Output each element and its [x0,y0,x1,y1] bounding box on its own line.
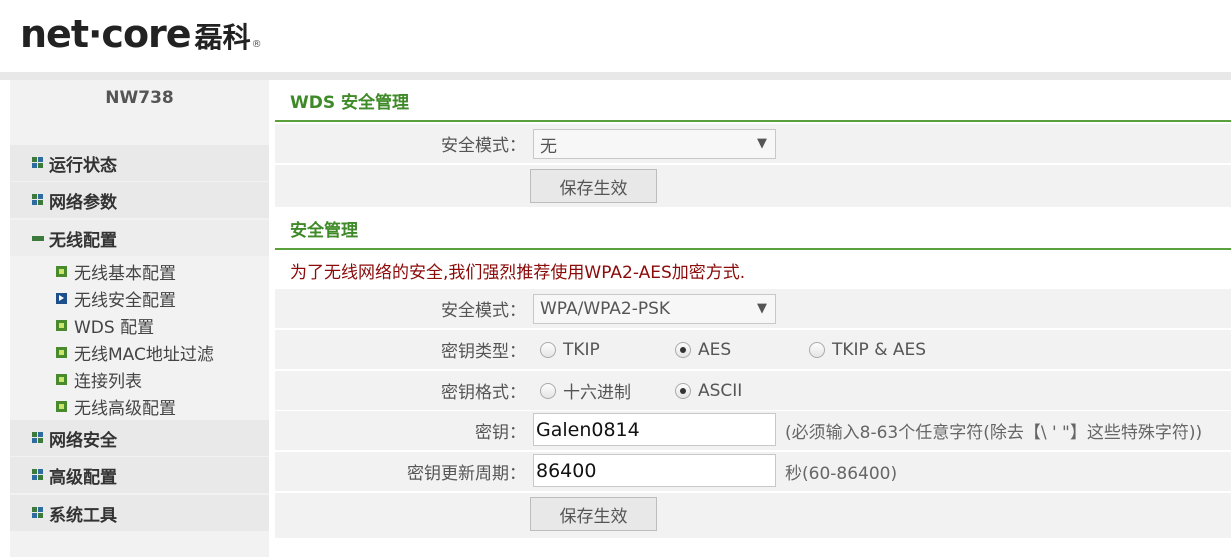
sub-item-connection-list[interactable]: 连接列表 [56,366,142,392]
radio-checked-icon [675,341,691,358]
menu-item-network-security[interactable]: 网络安全 [10,420,269,456]
key-input[interactable] [533,413,776,446]
wds-save-row: 保存生效 [275,165,1231,207]
logo-text-zh: 磊科 [194,21,251,54]
sub-item-label: 无线高级配置 [74,398,176,419]
key-row: 密钥： (必须输入8-63个任意字符(除去【\ ' "】这些特殊字符)) [275,411,1231,450]
sub-item-mac-filter[interactable]: 无线MAC地址过滤 [56,339,214,365]
security-mode-select[interactable]: WPA/WPA2-PSK ▼ [533,294,776,324]
key-period-label: 密钥更新周期： [407,464,526,484]
minus-icon [32,235,44,241]
key-format-label: 密钥格式： [441,383,526,403]
netcore-logo: net·core 磊科 ® [20,12,262,60]
grid-icon [32,194,44,206]
key-format-radio-hex[interactable]: 十六进制 [540,371,631,410]
menu-item-label: 无线配置 [49,230,117,251]
bullet-icon [56,319,67,331]
sub-item-label: 无线基本配置 [74,263,176,284]
grid-icon [32,432,44,444]
sidebar: NW738 运行状态 网络参数 无线配置 无线基本配置 无线安全配置 WDS 配… [10,80,269,557]
grid-icon [32,157,44,169]
logo-text-en: net·core [20,12,192,56]
menu-item-network[interactable]: 网络参数 [10,182,269,218]
select-value: WPA/WPA2-PSK [540,299,671,319]
key-hint: (必须输入8-63个任意字符(除去【\ ' "】这些特殊字符)) [785,423,1203,443]
bullet-icon [56,373,67,385]
wds-save-button[interactable]: 保存生效 [530,169,657,203]
key-period-input[interactable] [533,454,776,487]
sub-item-wds[interactable]: WDS 配置 [56,312,154,338]
key-type-label: 密钥类型： [441,342,526,362]
grid-icon [32,507,44,519]
menu-item-status[interactable]: 运行状态 [10,145,269,181]
security-mode-row: 安全模式： WPA/WPA2-PSK ▼ [275,289,1231,328]
header: net·core 磊科 ® [0,0,1231,72]
radio-label: AES [698,339,732,360]
radio-icon [540,341,556,358]
key-period-row: 密钥更新周期： 秒(60-86400) [275,452,1231,491]
radio-checked-icon [675,382,691,399]
security-save-row: 保存生效 [275,493,1231,538]
key-format-radio-ascii[interactable]: ASCII [675,371,742,410]
menu-item-system-tools[interactable]: 系统工具 [10,495,269,531]
bullet-icon [56,346,67,358]
wds-mode-row: 安全模式： 无 ▼ [275,124,1231,163]
wds-section-title: WDS 安全管理 [275,80,1231,122]
sub-item-wireless-advanced[interactable]: 无线高级配置 [56,393,176,419]
menu-item-label: 网络参数 [49,192,117,213]
dropdown-arrow-icon: ▼ [757,136,767,151]
wds-security-mode-select[interactable]: 无 ▼ [533,129,776,159]
radio-icon [540,382,556,399]
menu-item-label: 高级配置 [49,467,117,488]
security-section-title: 安全管理 [275,208,1231,250]
main-content: WDS 安全管理 安全模式： 无 ▼ 保存生效 安全管理 为了无线网络的安全,我… [275,80,1231,557]
sub-item-label: 无线安全配置 [74,290,176,311]
menu-item-label: 网络安全 [49,430,117,451]
key-type-radio-tkip[interactable]: TKIP [540,330,600,369]
radio-label: TKIP [563,339,600,360]
bullet-icon [56,265,67,277]
key-label: 密钥： [475,423,526,443]
device-model: NW738 [105,88,174,108]
key-type-row: 密钥类型： TKIP AES TKIP & AES [275,330,1231,369]
security-save-button[interactable]: 保存生效 [530,497,657,531]
key-format-row: 密钥格式： 十六进制 ASCII [275,371,1231,410]
key-type-radio-tkip-aes[interactable]: TKIP & AES [809,330,926,369]
bullet-icon [56,400,67,412]
radio-icon [809,341,825,358]
sub-item-label: 无线MAC地址过滤 [74,344,214,365]
radio-label: 十六进制 [563,383,631,403]
header-divider [0,72,1231,80]
play-arrow-icon [56,292,67,304]
menu-item-advanced[interactable]: 高级配置 [10,457,269,493]
menu-item-label: 系统工具 [49,505,117,526]
grid-icon [32,469,44,481]
key-period-hint: 秒(60-86400) [785,464,898,484]
select-value: 无 [540,136,557,157]
sub-item-wireless-basic[interactable]: 无线基本配置 [56,258,176,284]
radio-label: ASCII [698,380,743,401]
menu-item-wireless[interactable]: 无线配置 [10,220,269,256]
radio-label: TKIP & AES [832,339,927,360]
key-type-radio-aes[interactable]: AES [675,330,731,369]
sub-item-label: 连接列表 [74,371,142,392]
security-mode-label: 安全模式： [441,301,526,321]
wds-mode-label: 安全模式： [441,136,526,156]
registered-mark: ® [251,39,262,50]
sub-item-wireless-security[interactable]: 无线安全配置 [56,285,176,311]
sub-item-label: WDS 配置 [74,317,155,338]
menu-item-label: 运行状态 [49,155,117,176]
security-notice: 为了无线网络的安全,我们强烈推荐使用WPA2-AES加密方式. [275,251,1231,289]
dropdown-arrow-icon: ▼ [757,301,767,316]
